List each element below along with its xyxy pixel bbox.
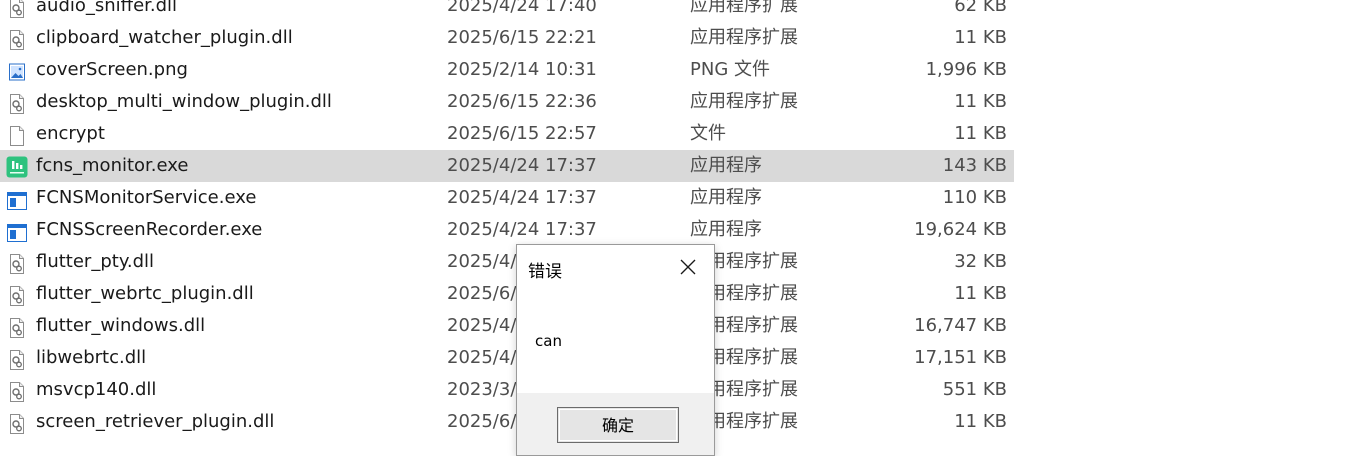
file-date-modified: 2025/4/24 17:37 xyxy=(447,219,597,240)
file-size: 1,996 KB xyxy=(925,59,1007,80)
file-row[interactable]: encrypt 2025/6/15 22:57 文件 11 KB xyxy=(0,118,1014,150)
file-date-modified: 2025/4/24 17:40 xyxy=(447,0,597,16)
file-size: 62 KB xyxy=(954,0,1007,16)
dll-file-icon xyxy=(8,285,26,306)
fcns-app-icon xyxy=(6,156,28,178)
file-date-modified: 2025/6/15 22:36 xyxy=(447,91,597,112)
exe-window-icon xyxy=(7,189,27,210)
file-type: 应用程序扩展 xyxy=(690,91,798,112)
file-row[interactable]: screen_retriever_plugin.dll 2025/6/ 应用程序… xyxy=(0,406,1014,438)
file-date-modified: 2025/4/ xyxy=(447,347,517,368)
file-row[interactable]: FCNSScreenRecorder.exe 2025/4/24 17:37 应… xyxy=(0,214,1014,246)
file-row[interactable]: FCNSMonitorService.exe 2025/4/24 17:37 应… xyxy=(0,182,1014,214)
file-type: 应用程序 xyxy=(690,219,762,240)
exe-window-icon xyxy=(7,221,27,242)
error-dialog: 错误 can 确定 xyxy=(516,244,715,456)
file-name: flutter_pty.dll xyxy=(36,251,155,272)
file-date-modified: 2025/6/15 22:57 xyxy=(447,123,597,144)
file-name: desktop_multi_window_plugin.dll xyxy=(36,91,332,112)
dll-file-icon xyxy=(8,413,26,434)
dialog-message: can xyxy=(535,332,562,350)
image-file-icon xyxy=(8,61,26,81)
file-row[interactable]: flutter_windows.dll 2025/4/ 应用程序扩展 16,74… xyxy=(0,310,1014,342)
file-name: fcns_monitor.exe xyxy=(36,155,189,176)
file-size: 11 KB xyxy=(954,91,1007,112)
dll-file-icon xyxy=(8,0,26,18)
file-date-modified: 2023/3/ xyxy=(447,379,517,400)
file-size: 11 KB xyxy=(954,283,1007,304)
file-row[interactable]: libwebrtc.dll 2025/4/ 应用程序扩展 17,151 KB xyxy=(0,342,1014,374)
dialog-title: 错误 xyxy=(528,262,562,282)
file-name: coverScreen.png xyxy=(36,59,188,80)
file-date-modified: 2025/6/15 22:21 xyxy=(447,27,597,48)
file-date-modified: 2025/6/ xyxy=(447,411,517,432)
file-row[interactable]: fcns_monitor.exe 2025/4/24 17:37 应用程序 14… xyxy=(0,150,1014,182)
file-list: audio_sniffer.dll 2025/4/24 17:40 应用程序扩展… xyxy=(0,0,1014,438)
dll-file-icon xyxy=(8,29,26,50)
file-type: 应用程序 xyxy=(690,155,762,176)
ok-button[interactable]: 确定 xyxy=(557,407,679,443)
file-size: 551 KB xyxy=(942,379,1007,400)
file-size: 32 KB xyxy=(954,251,1007,272)
file-type: 应用程序 xyxy=(690,187,762,208)
file-size: 16,747 KB xyxy=(914,315,1007,336)
file-date-modified: 2025/4/ xyxy=(447,251,517,272)
dll-file-icon xyxy=(8,317,26,338)
file-size: 17,151 KB xyxy=(914,347,1007,368)
file-row[interactable]: msvcp140.dll 2023/3/ 应用程序扩展 551 KB xyxy=(0,374,1014,406)
file-size: 11 KB xyxy=(954,27,1007,48)
file-row[interactable]: coverScreen.png 2025/2/14 10:31 PNG 文件 1… xyxy=(0,54,1014,86)
file-name: FCNSMonitorService.exe xyxy=(36,187,257,208)
file-size: 110 KB xyxy=(942,187,1007,208)
file-type: 应用程序扩展 xyxy=(690,27,798,48)
file-name: encrypt xyxy=(36,123,105,144)
file-size: 143 KB xyxy=(942,155,1007,176)
file-row[interactable]: flutter_pty.dll 2025/4/ 应用程序扩展 32 KB xyxy=(0,246,1014,278)
file-type: PNG 文件 xyxy=(690,59,770,80)
file-size: 19,624 KB xyxy=(914,219,1007,240)
file-row[interactable]: clipboard_watcher_plugin.dll 2025/6/15 2… xyxy=(0,22,1014,54)
file-date-modified: 2025/4/24 17:37 xyxy=(447,187,597,208)
file-name: msvcp140.dll xyxy=(36,379,157,400)
file-name: clipboard_watcher_plugin.dll xyxy=(36,27,293,48)
file-date-modified: 2025/4/ xyxy=(447,315,517,336)
file-date-modified: 2025/4/24 17:37 xyxy=(447,155,597,176)
dll-file-icon xyxy=(8,93,26,114)
close-icon[interactable] xyxy=(677,256,699,278)
file-type: 文件 xyxy=(690,123,726,144)
blank-file-icon xyxy=(8,125,26,146)
file-size: 11 KB xyxy=(954,123,1007,144)
dll-file-icon xyxy=(8,349,26,370)
file-date-modified: 2025/2/14 10:31 xyxy=(447,59,597,80)
file-name: FCNSScreenRecorder.exe xyxy=(36,219,263,240)
file-name: audio_sniffer.dll xyxy=(36,0,178,16)
dll-file-icon xyxy=(8,253,26,274)
file-name: flutter_windows.dll xyxy=(36,315,206,336)
file-size: 11 KB xyxy=(954,411,1007,432)
dll-file-icon xyxy=(8,381,26,402)
file-date-modified: 2025/6/ xyxy=(447,283,517,304)
file-row[interactable]: flutter_webrtc_plugin.dll 2025/6/ 应用程序扩展… xyxy=(0,278,1014,310)
file-type: 应用程序扩展 xyxy=(690,0,798,16)
file-name: flutter_webrtc_plugin.dll xyxy=(36,283,254,304)
file-row[interactable]: desktop_multi_window_plugin.dll 2025/6/1… xyxy=(0,86,1014,118)
file-name: libwebrtc.dll xyxy=(36,347,147,368)
file-name: screen_retriever_plugin.dll xyxy=(36,411,275,432)
file-row[interactable]: audio_sniffer.dll 2025/4/24 17:40 应用程序扩展… xyxy=(0,0,1014,22)
